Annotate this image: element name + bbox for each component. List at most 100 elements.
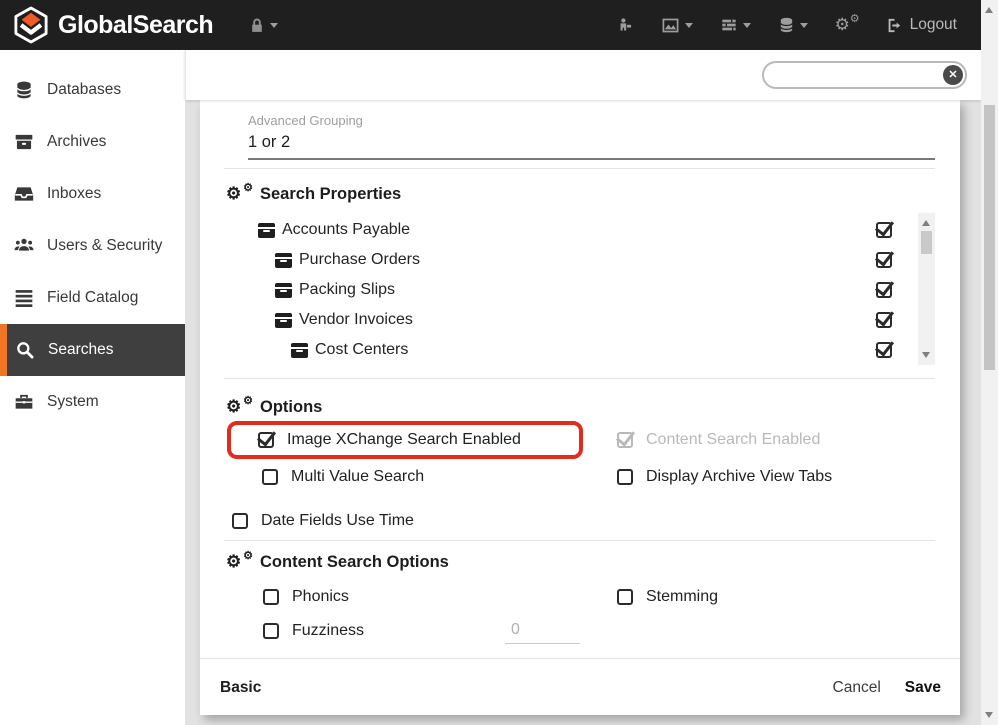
plugin-button[interactable] xyxy=(617,17,634,34)
archive-icon xyxy=(258,223,275,238)
image-xchange-checkbox[interactable] xyxy=(258,432,274,448)
sidebar-item-label: Inboxes xyxy=(47,185,101,203)
top-navbar: GlobalSearch xyxy=(0,0,998,50)
divider xyxy=(224,168,935,169)
chart-menu[interactable] xyxy=(661,17,693,34)
date-fields-checkbox[interactable] xyxy=(232,513,248,529)
logout-button[interactable]: Logout xyxy=(886,16,957,34)
chevron-down-icon xyxy=(800,23,808,28)
archive-tree-row[interactable]: Cost Centers xyxy=(200,335,960,365)
sidebar-item-label: Databases xyxy=(47,81,121,99)
archive-icon xyxy=(275,313,292,328)
search-input[interactable] xyxy=(762,61,967,89)
chevron-down-icon xyxy=(270,23,278,28)
chevron-down-icon xyxy=(743,23,751,28)
date-fields-use-time-option[interactable]: Date Fields Use Time xyxy=(232,506,414,536)
highlight-box: Image XChange Search Enabled xyxy=(227,421,583,459)
sidebar-item-label: Searches xyxy=(48,341,113,359)
cogs-icon: ⚙⚙ xyxy=(226,397,252,417)
footer-divider xyxy=(200,658,960,659)
stemming-checkbox[interactable] xyxy=(617,589,633,605)
divider xyxy=(224,540,935,541)
phonics-option[interactable]: Phonics xyxy=(263,582,349,612)
multi-value-search-option[interactable]: Multi Value Search xyxy=(262,462,424,492)
users-icon xyxy=(14,236,34,256)
sidebar-item-inboxes[interactable]: Inboxes xyxy=(0,168,185,220)
scroll-down-icon[interactable] xyxy=(922,352,930,358)
display-archive-tabs-checkbox[interactable] xyxy=(617,469,633,485)
sidebar-item-system[interactable]: System xyxy=(0,376,185,428)
archive-tree-row[interactable]: Packing Slips xyxy=(200,275,960,305)
database-icon xyxy=(778,16,795,34)
sidebar-item-field-catalog[interactable]: Field Catalog xyxy=(0,272,185,324)
tasks-menu[interactable] xyxy=(720,17,751,33)
inbox-icon xyxy=(14,184,34,204)
scroll-up-icon[interactable] xyxy=(985,7,993,13)
sidebar-item-archives[interactable]: Archives xyxy=(0,116,185,168)
database-menu[interactable] xyxy=(778,16,808,34)
sidebar-item-databases[interactable]: Databases xyxy=(0,64,185,116)
archive-checkbox[interactable] xyxy=(876,312,892,328)
scrollbar-thumb[interactable] xyxy=(921,231,932,254)
sidebar-item-label: Field Catalog xyxy=(47,289,138,307)
page-background: Advanced Grouping 1 or 2 ⚙⚙ Search Prope… xyxy=(185,100,981,725)
list-scrollbar[interactable] xyxy=(918,213,935,365)
chart-icon xyxy=(661,17,680,34)
settings-icon: ⚙⚙ xyxy=(835,15,859,35)
lock-menu[interactable] xyxy=(249,17,278,34)
sidebar: Databases Archives Inboxes xyxy=(0,50,185,725)
options-heading: ⚙⚙ Options xyxy=(226,397,322,417)
basic-mode-button[interactable]: Basic xyxy=(220,679,261,697)
sidebar-item-label: Users & Security xyxy=(47,237,162,255)
search-field: ✕ xyxy=(762,61,967,89)
content-search-enabled-option: Content Search Enabled xyxy=(617,425,820,455)
header-toolbar: ⚙⚙ Logout xyxy=(617,15,957,35)
settings-button[interactable]: ⚙⚙ xyxy=(835,15,859,35)
advanced-grouping-field[interactable]: 1 or 2 xyxy=(248,133,935,160)
sidebar-item-users-security[interactable]: Users & Security xyxy=(0,220,185,272)
content-search-options-heading: ⚙⚙ Content Search Options xyxy=(226,552,449,572)
scroll-down-icon[interactable] xyxy=(985,712,993,718)
cogs-icon: ⚙⚙ xyxy=(226,552,252,572)
scroll-up-icon[interactable] xyxy=(922,220,930,226)
chevron-down-icon xyxy=(685,23,693,28)
image-xchange-label: Image XChange Search Enabled xyxy=(287,431,521,449)
archive-checkbox[interactable] xyxy=(876,252,892,268)
phonics-checkbox[interactable] xyxy=(263,589,279,605)
search-properties-heading: ⚙⚙ Search Properties xyxy=(226,184,401,204)
briefcase-icon xyxy=(14,392,34,412)
scrollbar-thumb[interactable] xyxy=(984,105,995,370)
cancel-button[interactable]: Cancel xyxy=(833,679,881,697)
footer-actions: Cancel Save xyxy=(833,679,941,697)
globalsearch-logo-icon xyxy=(14,6,48,44)
archive-icon xyxy=(275,253,292,268)
archive-tree-row[interactable]: Purchase Orders xyxy=(200,245,960,275)
archive-tree-row[interactable]: Vendor Invoices xyxy=(200,305,960,335)
display-archive-tabs-option[interactable]: Display Archive View Tabs xyxy=(617,462,832,492)
multi-value-checkbox[interactable] xyxy=(262,469,278,485)
archive-icon xyxy=(291,343,308,358)
fuzziness-input[interactable] xyxy=(505,618,580,644)
fuzziness-option[interactable]: Fuzziness xyxy=(263,616,364,646)
search-settings-panel: Advanced Grouping 1 or 2 ⚙⚙ Search Prope… xyxy=(200,100,960,715)
archive-tree-row[interactable]: Accounts Payable xyxy=(200,215,960,245)
logout-label: Logout xyxy=(910,16,957,34)
window-scrollbar[interactable] xyxy=(981,0,998,725)
archive-icon xyxy=(14,132,34,152)
brand[interactable]: GlobalSearch xyxy=(14,6,213,44)
sidebar-item-searches[interactable]: Searches xyxy=(0,324,185,376)
content-toolbar: ✕ xyxy=(185,50,981,100)
logout-icon xyxy=(886,17,903,34)
archive-checkbox[interactable] xyxy=(876,282,892,298)
advanced-grouping-label: Advanced Grouping xyxy=(248,113,363,128)
save-button[interactable]: Save xyxy=(905,679,941,697)
divider xyxy=(224,378,935,379)
stemming-option[interactable]: Stemming xyxy=(617,582,718,612)
archive-checkbox[interactable] xyxy=(876,342,892,358)
archive-checkbox[interactable] xyxy=(876,222,892,238)
sidebar-item-label: Archives xyxy=(47,133,106,151)
fuzziness-checkbox[interactable] xyxy=(263,623,279,639)
clear-search-icon[interactable]: ✕ xyxy=(943,65,963,85)
database-icon xyxy=(14,80,34,100)
brand-title: GlobalSearch xyxy=(58,11,213,40)
